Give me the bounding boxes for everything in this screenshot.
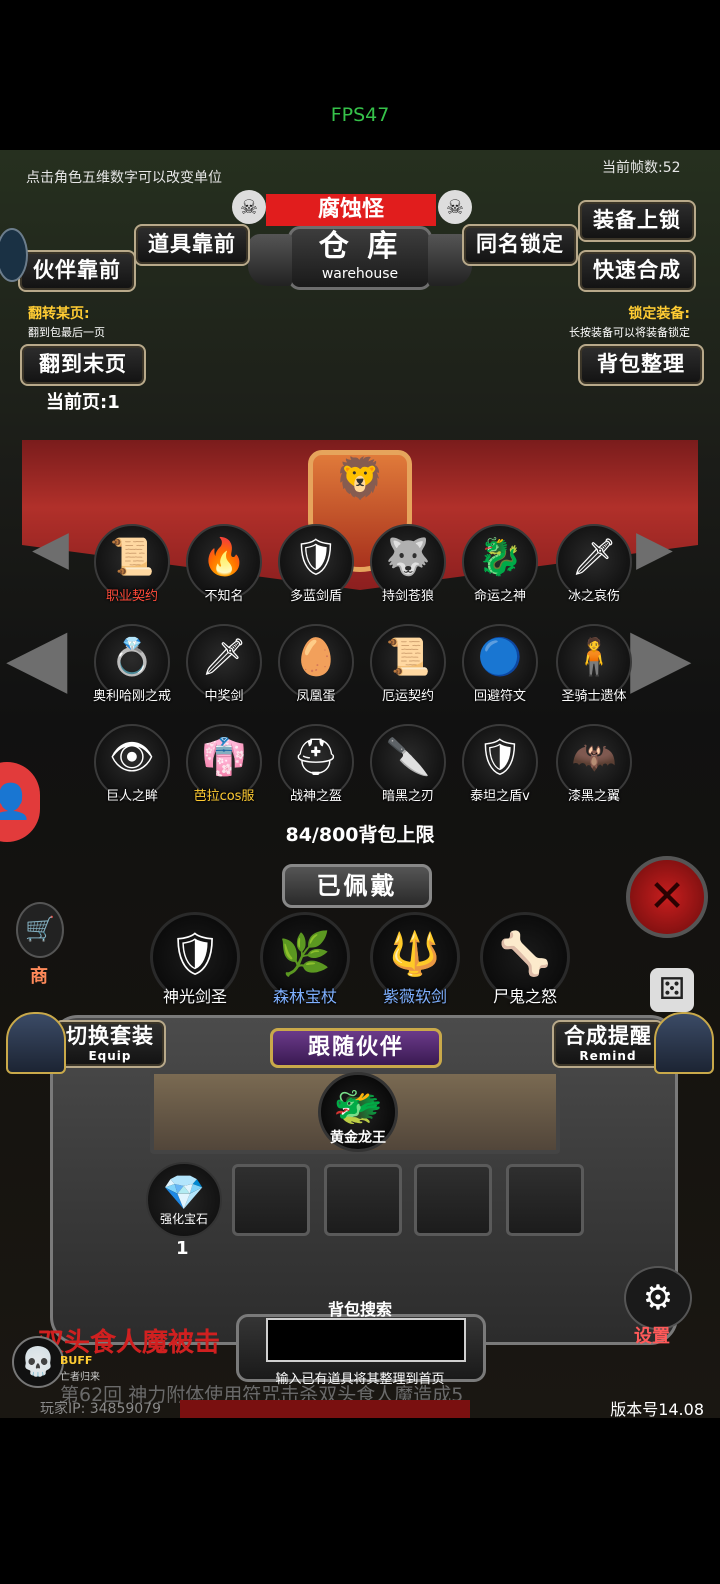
follow-partner-title: 跟随伙伴: [270, 1028, 442, 1068]
slot-1-count: 1: [176, 1238, 189, 1259]
equipped-slot[interactable]: 🛡 神光剑圣: [150, 912, 240, 1006]
slot-2[interactable]: [232, 1164, 310, 1236]
combine-remind-button[interactable]: 合成提醒 Remind: [552, 1020, 664, 1068]
version: 版本号14.08: [610, 1400, 704, 1418]
search-desc: 输入已有道具将其整理到首页: [275, 1372, 445, 1387]
equipped-label: 神光剑圣: [162, 987, 227, 1006]
equipped-label: 紫薇软剑: [382, 987, 447, 1006]
shop-label: 商: [30, 966, 48, 987]
hp-bar: [180, 1400, 470, 1418]
equipped-slot[interactable]: 🌿 森林宝杖: [260, 912, 350, 1006]
equipped-slot[interactable]: 🔱 紫薇软剑: [370, 912, 460, 1006]
status-bar: [0, 0, 720, 150]
slot-4[interactable]: [414, 1164, 492, 1236]
dice-icon[interactable]: ⚄: [650, 968, 694, 1012]
partner-cell[interactable]: 🐲 黄金龙王: [318, 1072, 398, 1152]
equip-switch-sub: Equip: [88, 1049, 132, 1063]
claw-icon: 🦴: [498, 929, 552, 978]
slot-5[interactable]: [506, 1164, 584, 1236]
partner-name: 黄金龙王: [330, 1130, 386, 1146]
player-ip: 玩家IP: 34859079: [40, 1401, 161, 1417]
knight-icon: 🛡: [168, 929, 222, 978]
staff-icon: 🌿: [278, 929, 332, 978]
slot-1[interactable]: 💎 强化宝石: [146, 1162, 222, 1238]
equipped-label: 尸鬼之怒: [492, 987, 557, 1006]
slot-3[interactable]: [324, 1164, 402, 1236]
cap-left-icon: [6, 1012, 66, 1074]
cap-right-icon: [654, 1012, 714, 1074]
equipped-slot[interactable]: 🦴 尸鬼之怒: [480, 912, 570, 1006]
shop-icon[interactable]: 🛒: [16, 902, 64, 958]
fps-counter: FPS47: [330, 104, 390, 126]
slot-1-label: 强化宝石: [159, 1212, 208, 1226]
navigation-bar: [0, 1418, 720, 1584]
spear-icon: 🔱: [388, 929, 442, 978]
combine-remind-sub: Remind: [579, 1049, 637, 1063]
buff-sub: 亡者归来: [60, 1372, 100, 1383]
equipped-label: 森林宝杖: [272, 987, 337, 1006]
search-title: 背包搜索: [327, 1300, 392, 1319]
equip-switch-button[interactable]: 切换套装 Equip: [54, 1020, 166, 1068]
combine-remind-label: 合成提醒: [564, 1024, 652, 1048]
settings-label: 设置: [634, 1326, 670, 1347]
equip-switch-label: 切换套装: [66, 1024, 154, 1048]
game-screen: 点击角色五维数字可以改变单位 当前帧数:52 ☠ 腐蚀怪 ☠ 仓 库 wareh…: [0, 150, 720, 1418]
equipped-row: 🛡 神光剑圣 🌿 森林宝杖 🔱 紫薇软剑 🦴 尸鬼之怒: [0, 150, 720, 1050]
buff-skull-icon[interactable]: 💀: [12, 1336, 64, 1388]
search-input[interactable]: [266, 1318, 466, 1362]
buff-label: BUFF: [60, 1354, 93, 1367]
